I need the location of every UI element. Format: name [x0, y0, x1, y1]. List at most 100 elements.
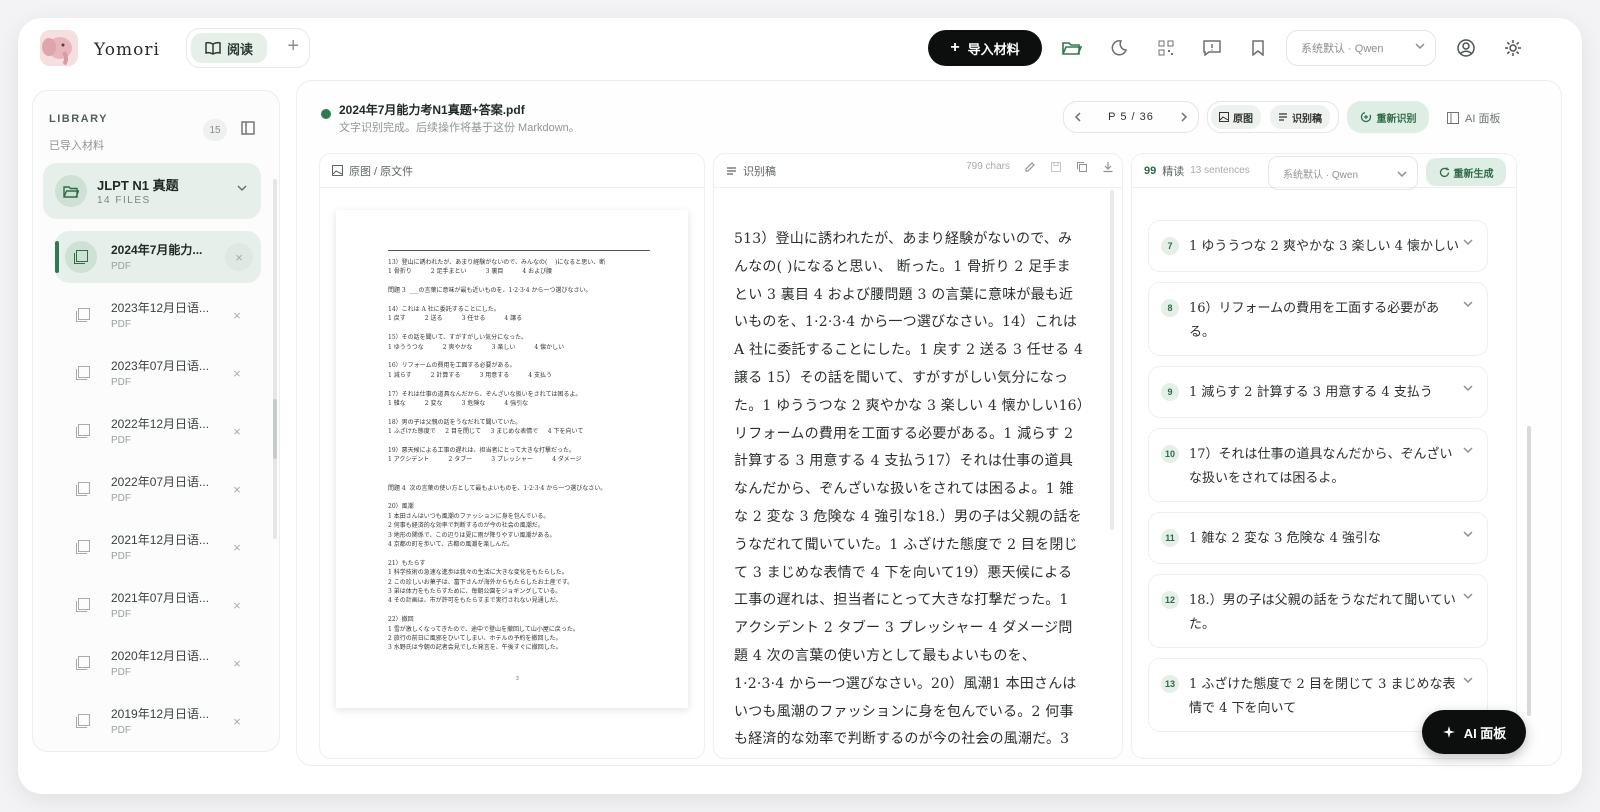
file-name: 2023年12月日语... — [111, 301, 210, 315]
status-dot — [321, 109, 331, 119]
file-item[interactable]: 2023年07月日语... PDF × — [55, 347, 261, 399]
page-text-line: 1 雪が激しくなってきたので、途中で登山を撤回して山小屋に戻った。 — [388, 625, 579, 633]
reading-pane-header: 99 精读 13 sentences 系统默认 · Qwen 重新生成 — [1132, 154, 1516, 190]
ai-panel-fab-button[interactable]: AI 面板 — [1422, 710, 1526, 754]
refresh-icon — [1439, 167, 1450, 178]
moon-icon[interactable] — [1107, 36, 1131, 60]
close-icon[interactable]: × — [227, 421, 247, 441]
ocr-pane-title: 识别稿 — [743, 165, 776, 178]
sentence-count: 13 sentences — [1190, 165, 1250, 176]
copy-icon[interactable] — [1076, 161, 1088, 173]
sidebar-collapse-icon[interactable] — [241, 121, 255, 135]
folder-jlpt-n1[interactable]: JLPT N1 真题 14 FILES — [43, 163, 261, 219]
page-text-line: 1 ゆううつな 2 爽やかな 3 楽しい 4 懐かしい — [388, 343, 565, 351]
chevron-down-icon[interactable] — [1463, 237, 1473, 247]
qr-code-icon[interactable] — [1154, 36, 1178, 60]
sentence-card[interactable]: 7 1 ゆううつな 2 爽やかな 3 楽しい 4 懐かしい — [1148, 220, 1488, 272]
pdf-file-icon — [71, 477, 95, 501]
re-recognize-button[interactable]: 重新识别 — [1347, 101, 1429, 133]
chevron-left-icon[interactable] — [1074, 112, 1082, 122]
sidebar-scrollbar-thumb[interactable] — [273, 399, 277, 459]
reading-model-select[interactable]: 系统默认 · Qwen — [1268, 156, 1418, 190]
original-view-button[interactable]: 原图 — [1211, 105, 1261, 129]
user-avatar-icon[interactable] — [1454, 36, 1478, 60]
add-tab-button[interactable]: + — [287, 35, 299, 58]
pdf-file-icon — [71, 651, 95, 675]
ocr-text[interactable]: 513）登山に誘われたが、あまり経験がないので、みんなの( )になると思い、 断… — [734, 226, 1084, 758]
page-text-line — [388, 465, 658, 474]
page-text-line: 22）撤回 — [388, 616, 414, 624]
sidebar-scrollbar[interactable] — [273, 179, 277, 539]
chevron-down-icon[interactable] — [1463, 591, 1473, 601]
edit-pencil-icon[interactable] — [1024, 161, 1036, 173]
pdf-file-icon — [71, 419, 95, 443]
close-icon[interactable]: × — [225, 243, 253, 271]
page-text-line: 2 何事も経済的な効率で判断するのが今の社会の風潮だ。 — [388, 522, 544, 530]
close-icon[interactable]: × — [227, 537, 247, 557]
original-pane-title: 原图 / 原文件 — [349, 165, 414, 178]
chevron-down-icon[interactable] — [1463, 299, 1473, 309]
char-count: 799 chars — [966, 161, 1010, 172]
sentence-card[interactable]: 8 16）リフォームの費用を工面する必要がある。 — [1148, 282, 1488, 356]
reading-scrollbar[interactable] — [1527, 426, 1531, 716]
sentence-card[interactable]: 9 1 減らす 2 計算する 3 用意する 4 支払う — [1148, 366, 1488, 418]
page-text-line: 1 ふざけた態度で 2 目を閉じて 3 まじめな表情で 4 下を向いて — [388, 428, 584, 436]
page-indicator: P 5 / 36 — [1108, 111, 1154, 123]
ocr-view-button[interactable]: 识别稿 — [1270, 105, 1330, 129]
page-text-line: 3 地形の関係で、この辺りは夏に雨が降りやすい風潮がある。 — [388, 531, 556, 539]
regenerate-button[interactable]: 重新生成 — [1426, 158, 1506, 186]
page-top-rule — [388, 250, 650, 251]
ai-panel-label: AI 面板 — [1465, 113, 1501, 125]
re-recognize-label: 重新识别 — [1376, 113, 1417, 125]
view-toggle: 原图 识别稿 — [1207, 101, 1339, 133]
sentence-card[interactable]: 10 17）それは仕事の道具なんだから、ぞんざいな扱いをされては困るよ。 — [1148, 428, 1488, 502]
file-item[interactable]: 2022年07月日语... PDF × — [55, 463, 261, 515]
feedback-icon[interactable] — [1200, 36, 1224, 60]
file-item[interactable]: 2021年07月日语... PDF × — [55, 579, 261, 631]
file-type: PDF — [111, 609, 131, 620]
close-icon[interactable]: × — [227, 653, 247, 673]
file-name: 2019年12月日语... — [111, 707, 210, 721]
ocr-pane: 识别稿 799 chars 513）登山に誘われたが、あまり経験がないので、みん… — [713, 153, 1123, 759]
bookmark-icon[interactable] — [1246, 36, 1270, 60]
model-select[interactable]: 系统默认 · Qwen — [1286, 30, 1436, 66]
page-text-line — [388, 408, 658, 417]
folder-open-icon[interactable] — [1060, 36, 1084, 60]
close-icon[interactable]: × — [227, 595, 247, 615]
import-material-button[interactable]: + 导入材料 — [928, 30, 1042, 66]
save-icon[interactable] — [1050, 161, 1062, 173]
tab-read[interactable]: 阅读 — [191, 33, 267, 63]
sentence-card[interactable]: 11 1 雑な 2 変な 3 危険な 4 強引な — [1148, 512, 1488, 564]
download-icon[interactable] — [1102, 161, 1114, 173]
chevron-right-icon[interactable] — [1180, 112, 1188, 122]
chevron-down-icon[interactable] — [1463, 675, 1473, 685]
chevron-down-icon[interactable] — [237, 183, 247, 193]
chevron-down-icon[interactable] — [1463, 445, 1473, 455]
close-icon[interactable]: × — [227, 479, 247, 499]
chevron-down-icon — [1415, 41, 1425, 51]
settings-gear-icon[interactable] — [1501, 36, 1525, 60]
file-name: 2023年07月日语... — [111, 359, 210, 373]
page-text-line: 1 減らす 2 計算する 3 用意する 4 支払う — [388, 371, 552, 379]
file-item[interactable]: 2023年12月日语... PDF × — [55, 289, 261, 341]
chevron-down-icon[interactable] — [1463, 529, 1473, 539]
chevron-down-icon[interactable] — [1463, 383, 1473, 393]
close-icon[interactable]: × — [227, 363, 247, 383]
file-item[interactable]: 2019年12月日语... PDF × — [55, 695, 261, 747]
ai-panel-toggle[interactable]: AI 面板 — [1447, 110, 1500, 126]
sentence-text: 1 雑な 2 変な 3 危険な 4 強引な — [1189, 531, 1382, 546]
sentence-text: 1 減らす 2 計算する 3 用意する 4 支払う — [1189, 385, 1433, 400]
file-item[interactable]: 2024年7月能力... PDF × — [55, 231, 261, 283]
sentence-card[interactable]: 12 18.）男の子は父親の話をうなだれて聞いていた。 — [1148, 574, 1488, 648]
sentence-text: 1 ゆううつな 2 爽やかな 3 楽しい 4 懐かしい — [1189, 239, 1460, 254]
file-item[interactable]: 2020年12月日语... PDF × — [55, 637, 261, 689]
file-item[interactable]: 2021年12月日语... PDF × — [55, 521, 261, 573]
ocr-view-label: 识别稿 — [1292, 113, 1322, 125]
file-type: PDF — [111, 435, 131, 446]
close-icon[interactable]: × — [227, 305, 247, 325]
close-icon[interactable]: × — [227, 711, 247, 731]
page-text-line — [388, 352, 658, 361]
file-item[interactable]: 2022年12月日语... PDF × — [55, 405, 261, 457]
ocr-scrollbar[interactable] — [1110, 190, 1114, 530]
file-type: PDF — [111, 261, 131, 272]
